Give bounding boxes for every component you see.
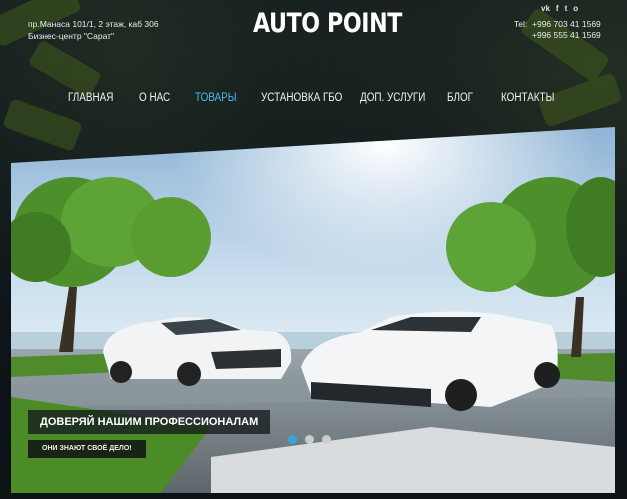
social-links: vk f t o — [541, 4, 578, 13]
slider-dot-2[interactable] — [305, 435, 314, 444]
phone-label: Tel: — [514, 19, 528, 29]
facebook-icon[interactable]: f — [556, 4, 559, 13]
main-navigation: ГЛАВНАЯ О НАС ТОВАРЫ УСТАНОВКА ГБО ДОП. … — [0, 92, 627, 110]
site-logo[interactable]: AUTO POINT — [253, 8, 402, 39]
nav-item-products[interactable]: ТОВАРЫ — [195, 92, 237, 104]
nav-item-home[interactable]: ГЛАВНАЯ — [68, 92, 113, 104]
slider-dot-1[interactable] — [288, 435, 297, 444]
address-block: пр.Манаса 101/1, 2 этаж, каб 306 Бизнес-… — [28, 18, 198, 42]
address-line: пр.Манаса 101/1, 2 этаж, каб 306 — [28, 19, 159, 29]
nav-item-extra-services[interactable]: ДОП. УСЛУГИ — [360, 92, 425, 104]
nav-item-about[interactable]: О НАС — [139, 92, 170, 104]
slider-pagination — [288, 435, 331, 444]
twitter-icon[interactable]: t — [565, 4, 568, 13]
nav-item-gbo-install[interactable]: УСТАНОВКА ГБО — [261, 92, 342, 104]
phone-block: Tel: +996 703 41 1569 +996 555 41 1569 — [514, 19, 601, 41]
nav-item-blog[interactable]: БЛОГ — [447, 92, 473, 104]
nav-item-contacts[interactable]: КОНТАКТЫ — [501, 92, 554, 104]
phone-number[interactable]: +996 555 41 1569 — [532, 30, 601, 40]
vk-icon[interactable]: vk — [541, 4, 550, 13]
slide-caption: ДОВЕРЯЙ НАШИМ ПРОФЕССИОНАЛАМ — [28, 410, 271, 434]
business-center-line: Бизнес-центр "Сарат" — [28, 31, 115, 41]
slide-subcaption: ОНИ ЗНАЮТ СВОЁ ДЕЛО! — [28, 440, 146, 458]
phone-number[interactable]: +996 703 41 1569 — [532, 19, 601, 29]
slider-dot-3[interactable] — [322, 435, 331, 444]
odnoklassniki-icon[interactable]: o — [573, 4, 578, 13]
